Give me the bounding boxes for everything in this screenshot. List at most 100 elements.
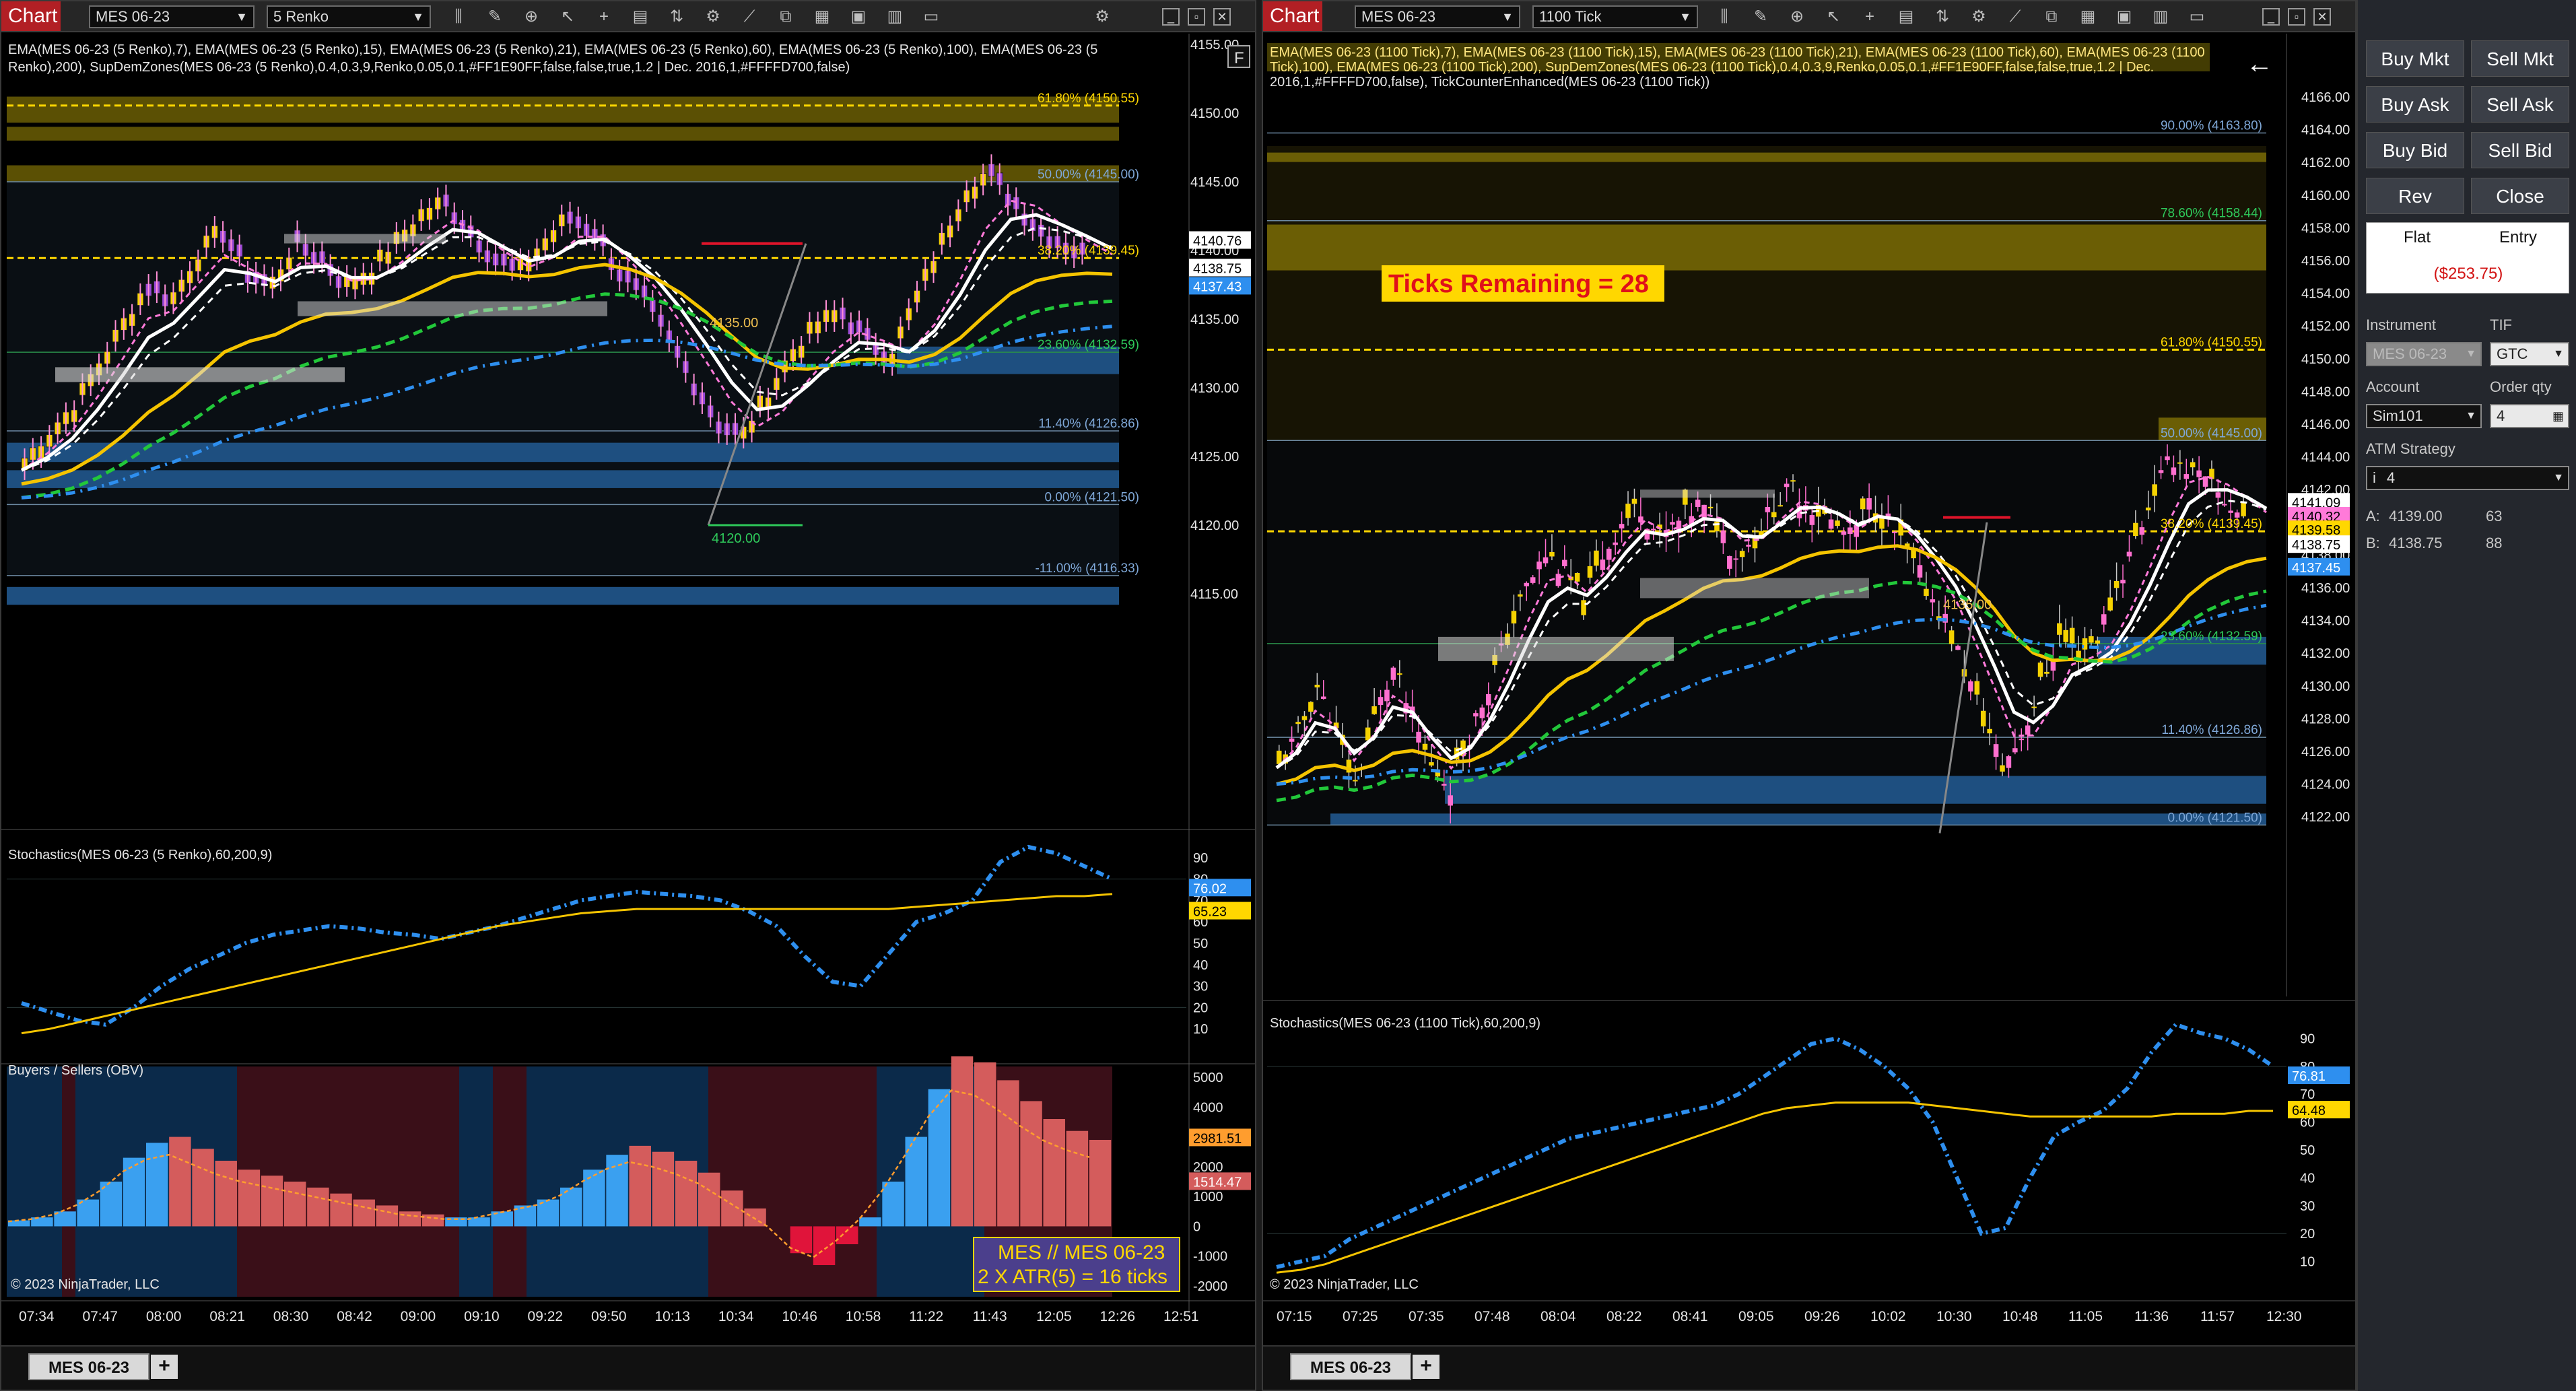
buy-market-button[interactable]: Buy Mkt	[2366, 40, 2464, 77]
stoch-tick: 90	[1193, 851, 1208, 866]
zoom-icon[interactable]: ⊕	[521, 7, 541, 27]
candle-body	[1917, 565, 1923, 578]
chart-trader-icon[interactable]: ⟋	[739, 7, 759, 27]
obv-bar	[468, 1217, 490, 1227]
sell-ask-button[interactable]: Sell Ask	[2471, 86, 2569, 123]
strategies-icon[interactable]: ⚙	[1969, 7, 1989, 27]
close-button[interactable]: ✕	[2313, 8, 2331, 26]
time-tick: 08:41	[1672, 1309, 1708, 1324]
fib-label: -11.00% (4116.33)	[1035, 562, 1139, 576]
obv-marker-label: 2981.51	[1193, 1131, 1242, 1146]
price-marker-label: 4138.75	[1193, 262, 1242, 277]
f-icon[interactable]: F	[1234, 49, 1244, 67]
obv-bar	[261, 1176, 283, 1227]
maximize-button[interactable]: ▫	[1188, 8, 1205, 26]
crosshair-icon[interactable]: +	[594, 7, 614, 27]
drawing-objects-icon[interactable]: ⧉	[776, 7, 796, 27]
snapshot-icon[interactable]: ▣	[2114, 7, 2134, 27]
draw-tool-icon[interactable]: ✎	[1751, 7, 1771, 27]
price-axis[interactable]: 4166.00 4164.00 4162.00 4160.00 4158.00 4156.…	[2286, 34, 2355, 996]
obv-bar	[422, 1214, 444, 1227]
tab-mes-06-23[interactable]: MES 06-23	[1290, 1353, 1411, 1380]
candle-body	[1320, 696, 1326, 699]
stoch-marker-label: 76.81	[2292, 1069, 2326, 1084]
obv-bar	[514, 1205, 537, 1227]
fib-label: 50.00% (4145.00)	[1038, 168, 1139, 182]
chart-trader-icon[interactable]: ⟋	[2005, 7, 2025, 27]
supply-demand-zone	[7, 470, 1119, 488]
indicators-icon[interactable]: ⇅	[667, 7, 687, 27]
fib-zone	[7, 127, 1119, 141]
candle-body	[2241, 502, 2246, 516]
interval-selector[interactable]: 1100 Tick ▼	[1532, 5, 1698, 28]
instrument-selector[interactable]: MES 06-23 ▼	[89, 5, 255, 28]
interval-selector[interactable]: 5 Renko ▼	[267, 5, 431, 28]
price-tick: 4120.00	[1190, 518, 1239, 533]
properties-icon[interactable]: ▤	[1896, 7, 1916, 27]
tif-select[interactable]: GTC ▼	[2490, 342, 2569, 366]
candle-body	[2171, 467, 2177, 475]
draw-tool-icon[interactable]: ✎	[485, 7, 505, 27]
pointer-icon[interactable]: ↖	[557, 7, 578, 27]
bar-type-icon[interactable]: ⫼	[1714, 7, 1734, 27]
atm-strategy-select[interactable]: i 4 ▼	[2366, 466, 2569, 490]
candle-body	[1784, 483, 1790, 487]
fib-zones	[1267, 145, 2266, 825]
layout-icon[interactable]: ▥	[885, 7, 905, 27]
stepper-icon[interactable]: ▦	[2552, 405, 2564, 427]
time-tick: 10:30	[1936, 1309, 1972, 1324]
minimize-button[interactable]: _	[1162, 8, 1180, 26]
minimize-button[interactable]: _	[2262, 8, 2280, 26]
supply-demand-zone	[7, 586, 1119, 605]
snapshot-icon[interactable]: ▣	[848, 7, 869, 27]
right-chart-area[interactable]: 4135.00 90.00% (4163.80) 78.60% (4158.44)…	[1263, 34, 2355, 1347]
candle-body	[1993, 744, 1999, 757]
indicators-icon[interactable]: ⇅	[1932, 7, 1953, 27]
pointer-icon[interactable]: ↖	[1823, 7, 1843, 27]
instrument-selector[interactable]: MES 06-23 ▼	[1355, 5, 1520, 28]
settings-icon[interactable]: ⚙	[1092, 7, 1112, 27]
candle-body	[2113, 580, 2120, 588]
sell-bid-button[interactable]: Sell Bid	[2471, 132, 2569, 168]
properties-icon[interactable]: ▤	[630, 7, 650, 27]
maximize-button[interactable]: ▫	[2288, 8, 2305, 26]
layout-icon[interactable]: ▥	[2150, 7, 2171, 27]
account-select[interactable]: Sim101 ▼	[2366, 404, 2482, 428]
data-box-icon[interactable]: ▭	[2187, 7, 2207, 27]
tab-mes-06-23[interactable]: MES 06-23	[28, 1353, 149, 1380]
buy-ask-button[interactable]: Buy Ask	[2366, 86, 2464, 123]
candle-body	[1308, 702, 1314, 712]
add-tab-button[interactable]: +	[1413, 1355, 1439, 1379]
crosshair-icon[interactable]: +	[1860, 7, 1880, 27]
fib-zone	[1267, 224, 2266, 271]
sell-market-button[interactable]: Sell Mkt	[2471, 40, 2569, 77]
obv-bar	[721, 1190, 743, 1227]
obv-bar	[836, 1226, 858, 1244]
time-tick: 12:05	[1036, 1309, 1072, 1324]
candle-body	[2126, 551, 2132, 557]
strategies-icon[interactable]: ⚙	[703, 7, 723, 27]
templates-icon[interactable]: ▦	[2078, 7, 2098, 27]
candle-body	[1860, 498, 1866, 510]
close-button[interactable]: ✕	[1213, 8, 1231, 26]
templates-icon[interactable]: ▦	[812, 7, 832, 27]
add-tab-button[interactable]: +	[151, 1355, 178, 1379]
price-axis[interactable]: 4160.004155.004150.004145.004140.004135.…	[1188, 34, 1255, 1313]
data-box-icon[interactable]: ▭	[921, 7, 941, 27]
candle-body	[1866, 498, 1872, 510]
bar-type-icon[interactable]: ⫼	[448, 7, 469, 27]
arrow-left-icon[interactable]: ←	[2246, 49, 2273, 79]
drawing-objects-icon[interactable]: ⧉	[2041, 7, 2062, 27]
left-chart-area[interactable]: 4120.004135.00 90.00% (4163.80)78.60% (4…	[1, 34, 1255, 1347]
candle-body	[2139, 527, 2145, 535]
time-tick: 08:21	[209, 1309, 245, 1324]
instrument-field[interactable]: MES 06-23 ▼	[2366, 342, 2482, 366]
reverse-button[interactable]: Rev	[2366, 178, 2464, 214]
order-qty-stepper[interactable]: 4 ▦	[2490, 404, 2569, 428]
buy-bid-button[interactable]: Buy Bid	[2366, 132, 2464, 168]
obv-bar	[698, 1172, 720, 1227]
position-status: Flat	[2403, 228, 2431, 246]
time-tick: 07:47	[82, 1309, 118, 1324]
close-position-button[interactable]: Close	[2471, 178, 2569, 214]
zoom-icon[interactable]: ⊕	[1787, 7, 1807, 27]
